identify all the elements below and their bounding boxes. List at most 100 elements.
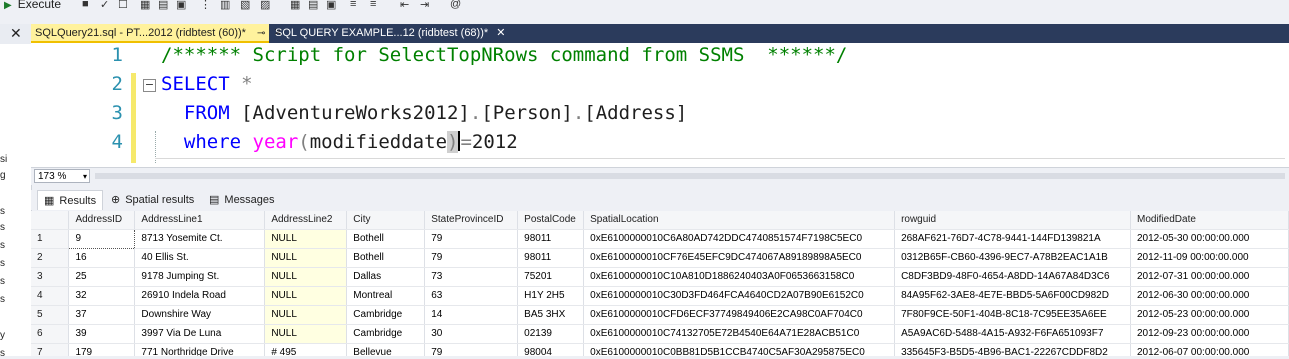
specify-values-icon[interactable]: @ bbox=[450, 0, 461, 10]
table-cell[interactable]: 0xE6100000010C0BB81D5B1CCB4740C5AF30A295… bbox=[583, 343, 896, 356]
plan-icon[interactable]: ⋮ bbox=[200, 0, 211, 11]
code-line[interactable]: 2 SELECT * bbox=[31, 73, 1289, 102]
table-cell[interactable]: 63 bbox=[424, 286, 519, 306]
table-cell[interactable]: 2012-06-07 00:00:00.000 bbox=[1130, 343, 1289, 356]
table-cell[interactable]: 8713 Yosemite Ct. bbox=[134, 229, 266, 249]
table-row[interactable]: 2 16 40 Ellis St. NULL Bothell 79 98011 0xE6100… bbox=[31, 248, 1289, 268]
table-cell[interactable]: 98011 bbox=[517, 248, 585, 268]
row-number[interactable]: 4 bbox=[31, 286, 70, 306]
results-file-icon[interactable]: ▣ bbox=[176, 0, 186, 11]
table-cell[interactable]: 268AF621-76D7-4C78-9441-144FD139821A bbox=[894, 229, 1131, 249]
table-cell[interactable]: 2012-09-23 00:00:00.000 bbox=[1130, 324, 1289, 344]
include-plan-icon[interactable]: ▨ bbox=[260, 0, 270, 11]
table-cell[interactable]: Downshire Way bbox=[134, 305, 266, 325]
table-row[interactable]: 1 9 8713 Yosemite Ct. NULL Bothell 79 98011 0xE… bbox=[31, 228, 1289, 249]
table-cell[interactable]: Montreal bbox=[346, 286, 426, 306]
table-cell[interactable]: Cambridge bbox=[346, 324, 426, 344]
table-cell[interactable]: # 495 bbox=[264, 343, 348, 356]
parse-check-icon[interactable]: ✓ bbox=[100, 0, 109, 11]
row-number[interactable]: 7 bbox=[31, 343, 70, 356]
sql-editor[interactable]: − 1/****** Script for SelectTopNRows com… bbox=[31, 43, 1289, 167]
table-cell[interactable]: 0xE6100000010C10A810D1886240403A0F065366… bbox=[583, 267, 896, 287]
table-cell[interactable]: NULL bbox=[264, 267, 348, 287]
column-header[interactable]: AddressID bbox=[68, 211, 136, 230]
tab-sqlquery21[interactable]: SQLQuery21.sql - PT...2012 (ridbtest (60… bbox=[31, 24, 283, 43]
table-cell[interactable]: 2012-06-30 00:00:00.000 bbox=[1130, 286, 1289, 306]
table-cell[interactable]: NULL bbox=[264, 286, 348, 306]
table-cell[interactable]: 25 bbox=[68, 267, 136, 287]
table-cell[interactable]: 30 bbox=[424, 324, 519, 344]
table-row[interactable]: 7 179 771 Northridge Drive # 495 Bellevue 79 9… bbox=[31, 343, 1289, 356]
table-cell[interactable]: Bothell bbox=[346, 248, 426, 268]
table-row[interactable]: 4 32 26910 Indela Road NULL Montreal 63 H1Y 2H… bbox=[31, 286, 1289, 306]
file-icon[interactable]: ▣ bbox=[326, 0, 336, 11]
table-cell[interactable]: 75201 bbox=[517, 267, 585, 287]
column-header[interactable]: rowguid bbox=[894, 211, 1131, 230]
table-cell[interactable]: 0xE6100000010C30D3FD464FCA4640CD2A07B90E… bbox=[583, 286, 896, 306]
table-cell[interactable]: BA5 3HX bbox=[517, 305, 585, 325]
table-cell[interactable]: A5A9AC6D-5488-4A15-A932-F6FA651093F7 bbox=[894, 324, 1131, 344]
table-cell[interactable]: NULL bbox=[264, 248, 348, 268]
grid-icon[interactable]: ▦ bbox=[290, 0, 300, 11]
table-cell[interactable]: 2012-05-30 00:00:00.000 bbox=[1130, 229, 1289, 249]
table-cell[interactable]: 32 bbox=[68, 286, 136, 306]
column-header[interactable]: City bbox=[346, 211, 426, 230]
table-cell[interactable]: 771 Northridge Drive bbox=[134, 343, 266, 356]
table-cell[interactable]: 9 bbox=[68, 228, 136, 249]
row-number[interactable]: 3 bbox=[31, 267, 70, 287]
pin-icon[interactable]: ⊸ bbox=[257, 28, 265, 39]
results-text-icon[interactable]: ▤ bbox=[158, 0, 168, 11]
table-cell[interactable]: 0xE6100000010CF76E45EFC9DC474067A8918989… bbox=[583, 248, 896, 268]
execute-button[interactable]: ▶ Execute bbox=[4, 0, 61, 11]
table-cell[interactable]: 2012-05-23 00:00:00.000 bbox=[1130, 305, 1289, 325]
table-cell[interactable]: 0xE6100000010C6A80AD742DDC4740851574F719… bbox=[583, 229, 896, 249]
table-cell[interactable]: 79 bbox=[424, 248, 519, 268]
horizontal-scrollbar[interactable] bbox=[95, 173, 1285, 179]
table-row[interactable]: 5 37 Downshire Way NULL Cambridge 14 BA5 3HX 0x… bbox=[31, 305, 1289, 325]
column-header[interactable]: PostalCode bbox=[517, 211, 585, 230]
table-cell[interactable]: 14 bbox=[424, 305, 519, 325]
table-cell[interactable]: 37 bbox=[68, 305, 136, 325]
table-cell[interactable]: 335645F3-B5D5-4B96-BAC1-22267CDDF8D2 bbox=[894, 343, 1131, 356]
column-header[interactable]: ModifiedDate bbox=[1130, 211, 1289, 230]
results-grid-icon[interactable]: ▦ bbox=[140, 0, 150, 11]
close-icon[interactable]: ✕ bbox=[496, 27, 505, 39]
tab-spatial-results[interactable]: ⊕ Spatial results bbox=[105, 190, 200, 210]
table-cell[interactable]: NULL bbox=[264, 324, 348, 344]
table-cell[interactable]: C8DF3BD9-48F0-4654-A8DD-14A67A84D3C6 bbox=[894, 267, 1131, 287]
table-cell[interactable]: 9178 Jumping St. bbox=[134, 267, 266, 287]
row-number[interactable]: 1 bbox=[31, 229, 70, 249]
table-row[interactable]: 3 25 9178 Jumping St. NULL Dallas 73 75201 0xE6… bbox=[31, 267, 1289, 287]
table-cell[interactable]: 0xE6100000010C74132705E72B4540E64A71E28A… bbox=[583, 324, 896, 344]
uncomment-icon[interactable]: ≡ bbox=[370, 0, 376, 10]
row-number[interactable]: 5 bbox=[31, 305, 70, 325]
tab-results[interactable]: ▦ Results bbox=[37, 190, 104, 210]
table-cell[interactable]: 3997 Via De Luna bbox=[134, 324, 266, 344]
table-cell[interactable]: 0xE6100000010CFD6ECF37749849406E2CA98C0A… bbox=[583, 305, 896, 325]
table-cell[interactable]: Cambridge bbox=[346, 305, 426, 325]
code-line[interactable]: 4 where year(modifieddate) =2012 bbox=[31, 131, 1289, 160]
table-cell[interactable]: 73 bbox=[424, 267, 519, 287]
table-cell[interactable]: 84A95F62-3AE8-4E7E-BBD5-5A6F00CD982D bbox=[894, 286, 1131, 306]
table-cell[interactable]: Dallas bbox=[346, 267, 426, 287]
table-cell[interactable]: 39 bbox=[68, 324, 136, 344]
column-header[interactable] bbox=[31, 211, 70, 230]
debug-icon[interactable]: ☐ bbox=[118, 0, 128, 11]
close-icon[interactable]: ✕ bbox=[10, 25, 22, 42]
tab-messages[interactable]: ▤ Messages bbox=[203, 190, 281, 210]
table-cell[interactable]: 26910 Indela Road bbox=[134, 286, 266, 306]
table-cell[interactable]: Bothell bbox=[346, 229, 426, 249]
table-cell[interactable]: 98011 bbox=[517, 229, 585, 249]
table-cell[interactable]: 16 bbox=[68, 248, 136, 268]
comment-icon[interactable]: ≡ bbox=[350, 0, 356, 10]
table-cell[interactable]: H1Y 2H5 bbox=[517, 286, 585, 306]
column-header[interactable]: SpatialLocation bbox=[583, 211, 896, 230]
stop-icon[interactable]: ■ bbox=[82, 0, 89, 10]
text-icon[interactable]: ▤ bbox=[308, 0, 318, 11]
column-header[interactable]: AddressLine2 bbox=[264, 211, 348, 230]
results-grid[interactable]: AddressID AddressLine1 AddressLine2 City Sta… bbox=[31, 211, 1289, 356]
table-cell[interactable]: 02139 bbox=[517, 324, 585, 344]
column-header[interactable]: AddressLine1 bbox=[134, 211, 266, 230]
table-row[interactable]: 6 39 3997 Via De Luna NULL Cambridge 30 02139 0… bbox=[31, 324, 1289, 344]
table-cell[interactable]: 179 bbox=[68, 343, 136, 356]
